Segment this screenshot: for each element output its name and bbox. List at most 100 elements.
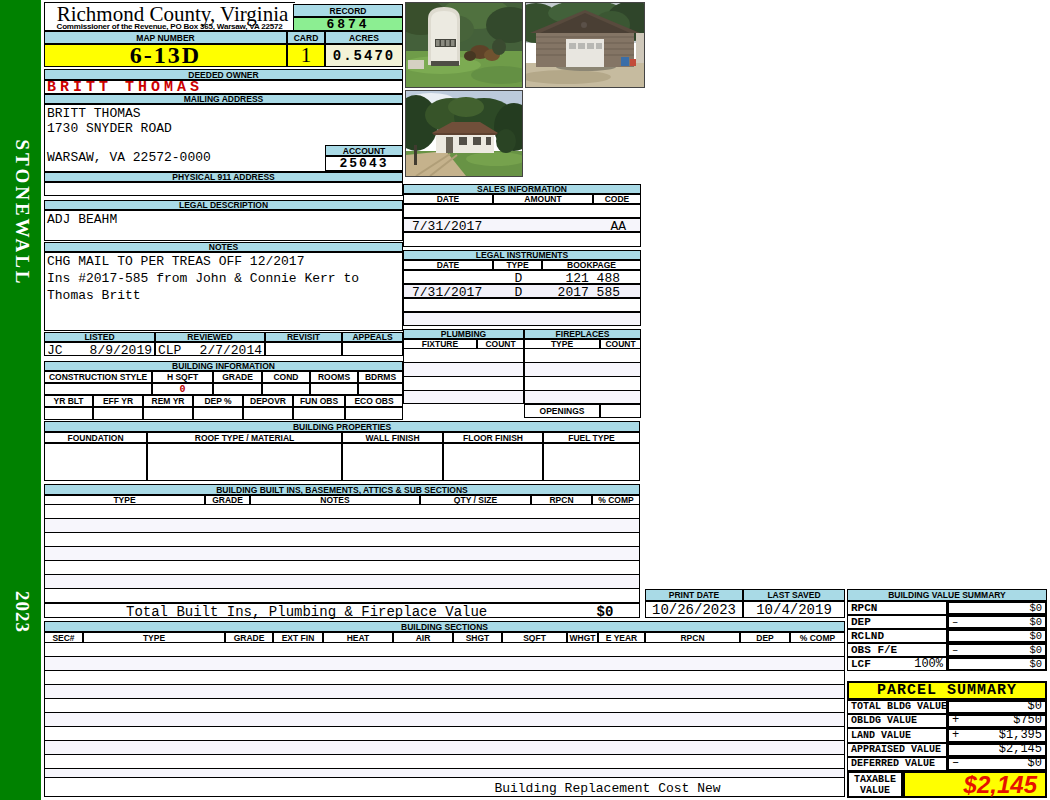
notes-label: NOTES (44, 242, 403, 252)
notes-line2: Ins #2017-585 from John & Connie Kerr to (47, 271, 359, 286)
reviewed-label: REVIEWED (155, 332, 265, 342)
built-ins-qty-label: QTY / SIZE (420, 495, 531, 505)
sales-row-2: 7/31/2017 AA (403, 218, 641, 232)
building-replacement-label: Building Replacement Cost New (460, 781, 755, 796)
revisit-label: REVISIT (265, 332, 342, 342)
funobs-label: FUN OBS (293, 395, 345, 407)
building-information-label: BUILDING INFORMATION (44, 361, 403, 371)
bvs-lcf-label-cell: LCF100% (847, 657, 947, 671)
ps-appraised-label: APPRAISED VALUE (847, 743, 947, 757)
listed-by: JC (47, 343, 63, 355)
last-saved-value: 10/4/2019 (743, 601, 845, 618)
bdrms-value (358, 383, 403, 395)
instruments-date-label: DATE (403, 260, 493, 270)
sales-amount-label: AMOUNT (493, 194, 593, 204)
mailing-address-label: MAILING ADDRESS (44, 94, 403, 104)
sales-information-label: SALES INFORMATION (403, 184, 641, 194)
appeals-label: APPEALS (342, 332, 403, 342)
dep-value (193, 407, 243, 420)
legal-instruments-label: LEGAL INSTRUMENTS (403, 250, 641, 260)
ps-obldg-value: +$750 (947, 714, 1047, 728)
record-label: RECORD (293, 4, 403, 17)
plumbing-count-label: COUNT (477, 339, 524, 349)
cond-value (262, 383, 310, 395)
reviewed-value: CLP2/7/2014 (155, 342, 265, 356)
photo-house[interactable] (405, 90, 523, 177)
photo-outbuilding[interactable] (405, 2, 523, 88)
physical-address-label: PHYSICAL 911 ADDRESS (44, 172, 403, 182)
plumbing-empty-rows (403, 349, 524, 404)
bvs-rclnd-label: RCLND (847, 629, 947, 643)
revisit-value (265, 342, 342, 356)
fireplaces-openings-label: OPENINGS (524, 404, 600, 418)
photo-garage[interactable] (525, 2, 645, 88)
plumbing-fixture-label: FIXTURE (403, 339, 477, 349)
bvs-lcf-value: $0 (947, 657, 1047, 671)
ps-obldg-op: + (952, 713, 959, 727)
district-name: STONEWALL (11, 133, 33, 293)
acres-value: 0.5470 (325, 44, 403, 67)
built-ins-notes-label: NOTES (250, 495, 420, 505)
account-label: ACCOUNT (325, 145, 403, 156)
roof-type-value (147, 443, 342, 481)
sales-date-label: DATE (403, 194, 493, 204)
plumbing-label: PLUMBING (403, 329, 524, 339)
title-block: Richmond County, Virginia Commissioner o… (44, 2, 295, 31)
built-ins-comp-label: % COMP (592, 495, 640, 505)
sidebar: STONEWALL 2023 (0, 0, 41, 800)
bvs-obs-value: –$0 (947, 643, 1047, 657)
floor-finish-label: FLOOR FINISH (443, 432, 543, 443)
parcel-summary-label: PARCEL SUMMARY (847, 681, 1047, 700)
building-value-summary-label: BUILDING VALUE SUMMARY (847, 589, 1047, 601)
building-sections-empty-rows (44, 643, 845, 777)
last-saved-label: LAST SAVED (743, 589, 845, 601)
bs-dep-label: DEP (740, 632, 790, 643)
deeded-owner-value: BRITT THOMAS (44, 80, 403, 94)
bvs-obs-amount: $0 (1029, 644, 1042, 656)
sales-row-3 (403, 232, 641, 247)
bvs-dep-op: – (952, 616, 958, 628)
depovr-value (243, 407, 293, 420)
bvs-rpcn-label: RPCN (847, 601, 947, 615)
taxable-label-line2: VALUE (860, 785, 890, 796)
mailing-city: WARSAW, VA 22572-0000 (47, 150, 211, 165)
legal-description-block: ADJ BEAHM (44, 210, 403, 241)
built-ins-label: BUILDING BUILT INS, BASEMENTS, ATTICS & … (44, 484, 640, 495)
effyr-value (93, 407, 143, 420)
bvs-obs-label: OBS F/E (847, 643, 947, 657)
bvs-lcf-label: LCF (851, 658, 871, 670)
bs-heat-label: HEAT (323, 632, 393, 643)
bvs-rpcn-value: $0 (947, 601, 1047, 615)
instruments-row-1: D 121 488 (403, 270, 641, 284)
built-ins-grade-label: GRADE (205, 495, 250, 505)
print-date-label: PRINT DATE (645, 589, 743, 601)
instruments-row-3 (403, 298, 641, 312)
built-ins-total-value: $0 (570, 604, 640, 620)
bvs-dep-value: –$0 (947, 615, 1047, 629)
floor-finish-value (443, 443, 543, 481)
hsqft-value: 0 (152, 383, 213, 395)
notes-block: CHG MAIL TO PER TREAS OFF 12/2017 Ins #2… (44, 252, 403, 331)
sales-row-1 (403, 204, 641, 218)
bdrms-label: BDRMS (358, 371, 403, 383)
instruments-book-label: BOOKPAGE (542, 260, 641, 270)
grade-label: GRADE (213, 371, 262, 383)
grade-value (213, 383, 262, 395)
acres-label: ACRES (325, 31, 403, 44)
property-record-card: STONEWALL 2023 Richmond County, Virginia… (0, 0, 1050, 800)
wall-finish-value (342, 443, 443, 481)
bs-grade-label: GRADE (225, 632, 273, 643)
appeals-value (342, 342, 403, 356)
instruments-row-2: 7/31/2017 D 2017 585 (403, 284, 641, 298)
notes-line1: CHG MAIL TO PER TREAS OFF 12/2017 (47, 254, 304, 269)
ps-deferred-value: –$0 (947, 757, 1047, 771)
legal-description-label: LEGAL DESCRIPTION (44, 200, 403, 210)
bs-shgt-label: SHGT (453, 632, 502, 643)
commissioner-line: Commissioner of the Revenue, PO Box 365,… (47, 22, 292, 31)
account-value: 25043 (325, 156, 403, 171)
ps-totalbldg-value: $0 (947, 700, 1047, 714)
yrblt-value (44, 407, 93, 420)
funobs-value (293, 407, 345, 420)
bvs-rclnd-value: $0 (947, 629, 1047, 643)
ps-land-label: LAND VALUE (847, 728, 947, 743)
